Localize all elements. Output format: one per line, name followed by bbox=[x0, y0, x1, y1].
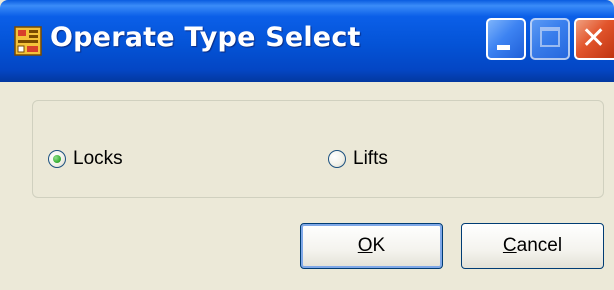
maximize-icon bbox=[540, 27, 560, 47]
cancel-button[interactable]: Cancel bbox=[461, 223, 604, 269]
ok-button[interactable]: OK bbox=[300, 223, 443, 269]
radio-label-lifts: Lifts bbox=[353, 148, 388, 169]
close-button[interactable]: ✕ bbox=[574, 18, 614, 60]
cancel-mnemonic: C bbox=[502, 235, 517, 256]
ok-mnemonic: O bbox=[357, 235, 373, 256]
radio-label-locks: Locks bbox=[73, 148, 123, 169]
dialog-window: Operate Type Select ✕ Locks Lifts OK Can… bbox=[0, 0, 614, 290]
minimize-icon bbox=[497, 45, 510, 50]
title-bar[interactable]: Operate Type Select ✕ bbox=[0, 0, 614, 82]
cancel-label-rest: ancel bbox=[516, 235, 563, 256]
minimize-button[interactable] bbox=[486, 18, 526, 60]
application-icon[interactable] bbox=[14, 26, 42, 56]
radio-locks[interactable]: Locks bbox=[48, 148, 123, 170]
maximize-button bbox=[530, 18, 570, 60]
radio-lifts[interactable]: Lifts bbox=[328, 148, 388, 170]
radio-button-checked[interactable] bbox=[48, 150, 66, 168]
ok-label-rest: K bbox=[372, 235, 386, 256]
close-icon: ✕ bbox=[581, 21, 607, 56]
window-title: Operate Type Select bbox=[50, 22, 361, 53]
radio-button-unchecked[interactable] bbox=[328, 150, 346, 168]
